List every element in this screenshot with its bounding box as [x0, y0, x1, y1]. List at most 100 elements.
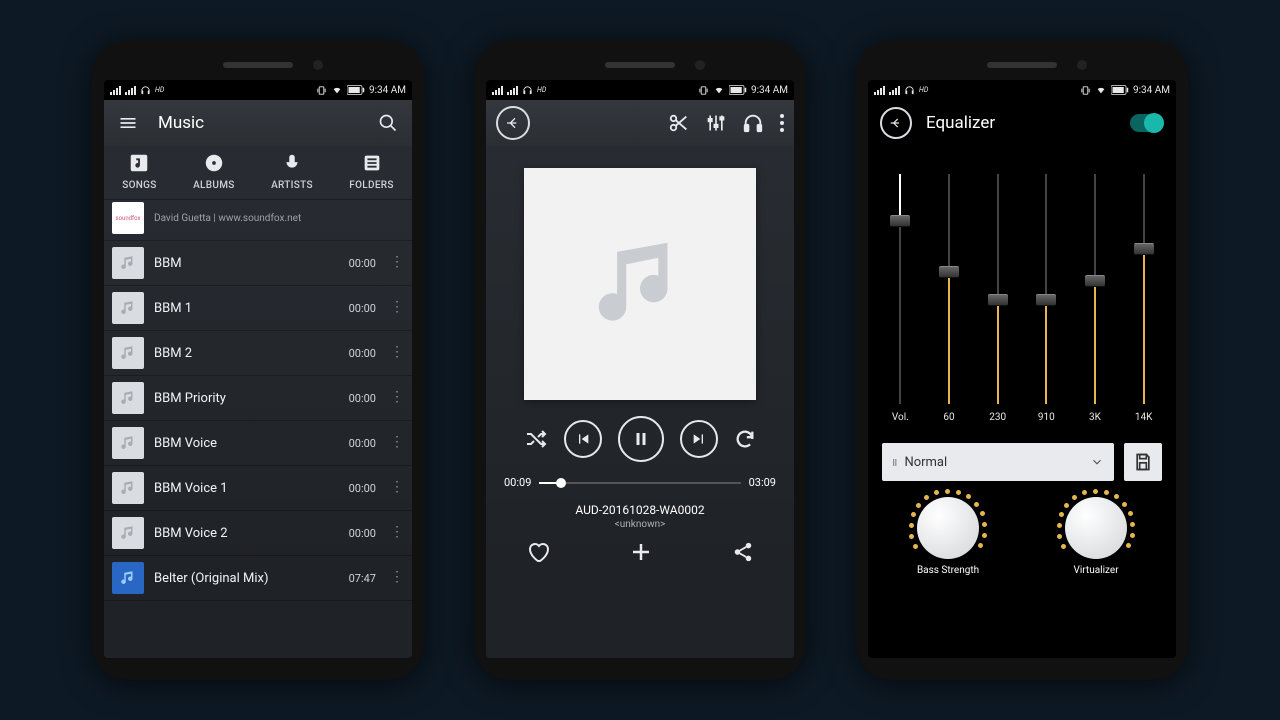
- battery-icon: [347, 85, 365, 95]
- phone-equalizer: HD 9:34 AM Equalizer Vol. 60: [856, 40, 1188, 680]
- albums-icon: [203, 152, 225, 174]
- song-duration: 00:00: [349, 347, 376, 360]
- song-title: BBM 2: [154, 346, 339, 361]
- knobs: Bass Strength Virtualizer: [868, 493, 1176, 578]
- status-bar: HD 9:34 AM: [104, 80, 412, 100]
- song-thumb: [112, 382, 144, 414]
- song-more-icon[interactable]: ⋮: [386, 305, 404, 311]
- share-button[interactable]: [732, 541, 754, 563]
- song-more-icon[interactable]: ⋮: [386, 440, 404, 446]
- cut-icon[interactable]: [668, 112, 690, 134]
- eq-band-910[interactable]: 910: [1024, 174, 1068, 423]
- back-button[interactable]: [880, 107, 912, 139]
- save-preset-button[interactable]: [1124, 443, 1162, 481]
- status-bar: HD 9:34 AM: [486, 80, 794, 100]
- headphones-icon: [140, 85, 151, 96]
- artists-icon: [281, 152, 303, 174]
- bottom-actions: [486, 530, 794, 574]
- next-button[interactable]: [680, 420, 718, 458]
- wifi-icon: [331, 85, 343, 95]
- soundfox-icon: soundfox: [112, 202, 144, 234]
- song-duration: 00:00: [349, 527, 376, 540]
- back-button[interactable]: [496, 106, 530, 140]
- pause-button[interactable]: [618, 416, 664, 462]
- eq-sliders: Vol. 60 230 910 3K 14K: [868, 146, 1176, 431]
- eq-band-230[interactable]: 230: [976, 174, 1020, 423]
- song-title: BBM Voice 1: [154, 481, 339, 496]
- song-list[interactable]: soundfox David Guetta | www.soundfox.net…: [104, 200, 412, 658]
- song-row[interactable]: BBM Voice 00:00 ⋮: [104, 421, 412, 466]
- eq-band-Vol.[interactable]: Vol.: [878, 174, 922, 423]
- header-artist: David Guetta | www.soundfox.net: [154, 213, 404, 224]
- tab-albums[interactable]: ALBUMS: [193, 152, 235, 191]
- band-label: 910: [1038, 412, 1055, 423]
- song-thumb: [112, 472, 144, 504]
- phone-library: HD 9:34 AM Music SONGS ALBUMS: [92, 40, 424, 680]
- wifi-icon: [713, 85, 725, 95]
- favorite-button[interactable]: [526, 540, 550, 564]
- time-total: 03:09: [749, 476, 776, 489]
- song-row[interactable]: BBM Voice 2 00:00 ⋮: [104, 511, 412, 556]
- song-duration: 00:00: [349, 437, 376, 450]
- headphones-icon: [904, 85, 915, 96]
- song-row[interactable]: BBM Voice 1 00:00 ⋮: [104, 466, 412, 511]
- song-row[interactable]: Belter (Original Mix) 07:47 ⋮: [104, 556, 412, 601]
- song-more-icon[interactable]: ⋮: [386, 530, 404, 536]
- add-button[interactable]: [629, 540, 653, 564]
- song-title: BBM Voice: [154, 436, 339, 451]
- preset-label: Normal: [904, 455, 947, 470]
- tab-folders[interactable]: FOLDERS: [349, 152, 393, 191]
- track-title: AUD-20161028-WA0002: [486, 503, 794, 517]
- band-label: 14K: [1135, 412, 1153, 423]
- band-label: 230: [989, 412, 1006, 423]
- arrow-left-icon: [505, 115, 521, 131]
- clock: 9:34 AM: [1133, 85, 1170, 96]
- repeat-button[interactable]: [734, 428, 756, 450]
- eq-band-14K[interactable]: 14K: [1122, 174, 1166, 423]
- app-title: Music: [158, 113, 204, 133]
- song-more-icon[interactable]: ⋮: [386, 395, 404, 401]
- song-thumb: [112, 517, 144, 549]
- folders-icon: [361, 152, 383, 174]
- virtualizer-knob[interactable]: [1065, 497, 1127, 559]
- more-icon[interactable]: [780, 114, 784, 132]
- song-more-icon[interactable]: ⋮: [386, 575, 404, 581]
- preset-select[interactable]: ııNormal: [882, 443, 1114, 481]
- save-icon: [1133, 452, 1153, 472]
- bass-knob[interactable]: [917, 497, 979, 559]
- equalizer-icon[interactable]: [706, 113, 726, 133]
- album-art: [524, 168, 756, 400]
- battery-icon: [729, 85, 747, 95]
- song-title: BBM 1: [154, 301, 339, 316]
- seek-bar[interactable]: 00:09 03:09: [486, 462, 794, 503]
- eq-band-60[interactable]: 60: [927, 174, 971, 423]
- tab-artists[interactable]: ARTISTS: [271, 152, 313, 191]
- track-artist: <unknown>: [486, 519, 794, 530]
- songs-icon: [128, 152, 150, 174]
- chevron-down-icon: [1090, 455, 1104, 469]
- song-row[interactable]: BBM 00:00 ⋮: [104, 241, 412, 286]
- song-more-icon[interactable]: ⋮: [386, 485, 404, 491]
- song-duration: 00:00: [349, 392, 376, 405]
- eq-toggle[interactable]: [1130, 114, 1164, 132]
- tab-songs[interactable]: SONGS: [122, 152, 156, 191]
- song-more-icon[interactable]: ⋮: [386, 350, 404, 356]
- song-row[interactable]: BBM Priority 00:00 ⋮: [104, 376, 412, 421]
- song-row[interactable]: BBM 1 00:00 ⋮: [104, 286, 412, 331]
- eq-band-3K[interactable]: 3K: [1073, 174, 1117, 423]
- menu-icon[interactable]: [118, 113, 138, 133]
- hd-label: HD: [919, 86, 928, 94]
- clock: 9:34 AM: [751, 85, 788, 96]
- shuffle-button[interactable]: [524, 427, 548, 451]
- search-icon[interactable]: [378, 113, 398, 133]
- time-elapsed: 00:09: [504, 476, 531, 489]
- phone-player: HD 9:34 AM: [474, 40, 806, 680]
- vibrate-icon: [1080, 85, 1091, 96]
- headphones-icon[interactable]: [742, 112, 764, 134]
- status-bar: HD 9:34 AM: [868, 80, 1176, 100]
- song-thumb: [112, 292, 144, 324]
- prev-button[interactable]: [564, 420, 602, 458]
- arrow-left-icon: [889, 116, 903, 130]
- song-more-icon[interactable]: ⋮: [386, 260, 404, 266]
- song-row[interactable]: BBM 2 00:00 ⋮: [104, 331, 412, 376]
